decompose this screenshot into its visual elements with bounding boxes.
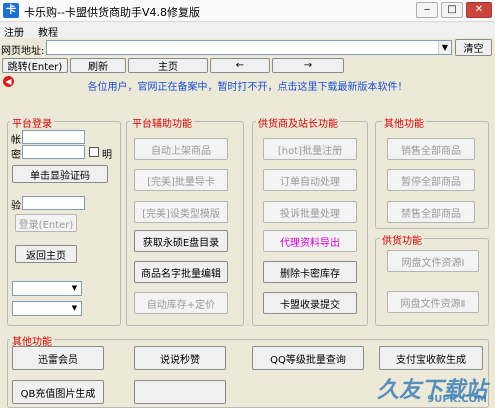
url-label: 网页地址: — [1, 46, 45, 57]
watermark-url: 9UPK.COM — [427, 394, 487, 405]
agent-export-button[interactable]: 代理资料导出 — [263, 230, 357, 252]
empty-button[interactable] — [134, 380, 226, 404]
shuoshuo-like-button[interactable]: 说说秒赞 — [134, 346, 226, 370]
update-notice[interactable]: 各位用户，官网正在备案中，暂时打不开，点击这里下载最新版本软件！ — [0, 78, 495, 93]
supplier-title: 供货商及站长功能 — [256, 115, 340, 130]
sell-all-button[interactable]: 销售全部商品 — [387, 138, 475, 160]
close-button[interactable]: ✕ — [466, 2, 492, 18]
minimize-button[interactable]: ‒ — [416, 2, 438, 18]
ban-all-button[interactable]: 禁售全部商品 — [387, 201, 475, 223]
chevron-down-icon: ▼ — [71, 304, 78, 312]
select-one[interactable]: ▼ — [12, 281, 82, 296]
restore-button[interactable]: □ — [441, 2, 463, 18]
platform-login-title: 平台登录 — [10, 115, 54, 130]
alipay-qr-button[interactable]: 支付宝收款生成 — [379, 346, 483, 370]
password-input[interactable] — [22, 145, 85, 159]
captcha-input[interactable] — [22, 196, 85, 210]
xunlei-vip-button[interactable]: 迅雷会员 — [12, 346, 104, 370]
chevron-down-icon: ▼ — [71, 284, 78, 292]
forward-button[interactable]: → — [272, 58, 344, 73]
select-two[interactable]: ▼ — [12, 301, 82, 316]
password-label: 密 — [11, 150, 21, 161]
account-label: 帐 — [11, 135, 21, 146]
show-password-checkbox[interactable] — [89, 147, 99, 157]
menu-tutorial[interactable]: 教程 — [38, 24, 58, 39]
bulk-edit-names-button[interactable]: 商品名字批量编辑 — [134, 261, 228, 283]
home-button[interactable]: 主页 — [128, 58, 208, 73]
auto-stock-price-button[interactable]: 自动库存+定价 — [134, 292, 228, 314]
show-password-label: 明 — [102, 150, 112, 161]
qb-recharge-image-button[interactable]: QB充值图片生成 — [12, 380, 104, 404]
auto-list-button[interactable]: 自动上架商品 — [134, 138, 228, 160]
app-icon: 卡 — [3, 3, 19, 18]
pause-all-button[interactable]: 暂停全部商品 — [387, 169, 475, 191]
type-template-button[interactable]: [完美]设类型模版 — [134, 201, 228, 223]
delete-stock-button[interactable]: 删除卡密库存 — [263, 261, 357, 283]
complaint-bulk-button[interactable]: 投诉批量处理 — [263, 201, 357, 223]
jump-button[interactable]: 跳转(Enter) — [2, 58, 68, 73]
get-edisk-button[interactable]: 获取永硕E盘目录 — [134, 230, 228, 252]
submit-index-button[interactable]: 卡盟收录提交 — [263, 292, 357, 314]
supply-title: 供货功能 — [380, 232, 424, 247]
platform-aux-title: 平台辅助功能 — [130, 115, 194, 130]
clear-button[interactable]: 清空 — [455, 39, 492, 56]
url-input[interactable]: ▼ — [46, 40, 452, 55]
refresh-button[interactable]: 刷新 — [70, 58, 126, 73]
bulk-register-button[interactable]: [hot]批量注册 — [263, 138, 357, 160]
back-button[interactable]: ← — [210, 58, 270, 73]
menu-bar — [0, 22, 495, 38]
bulk-import-button[interactable]: [完美]批量导卡 — [134, 169, 228, 191]
qq-level-query-button[interactable]: QQ等级批量查询 — [252, 346, 364, 370]
order-auto-button[interactable]: 订单自动处理 — [263, 169, 357, 191]
show-captcha-button[interactable]: 单击显验证码 — [12, 165, 108, 183]
login-button[interactable]: 登录(Enter) — [15, 214, 77, 232]
captcha-label: 验 — [11, 201, 21, 212]
account-input[interactable] — [22, 130, 85, 144]
other-top-title: 其他功能 — [382, 115, 426, 130]
menu-register[interactable]: 注册 — [4, 24, 24, 39]
window-title: 卡乐购--卡盟供货商助手V4.8修复版 — [24, 6, 200, 19]
netdisk-one-button[interactable]: 网盘文件资源Ⅰ — [387, 250, 479, 272]
return-home-button[interactable]: 返回主页 — [15, 245, 77, 263]
netdisk-two-button[interactable]: 网盘文件资源Ⅱ — [387, 291, 479, 313]
url-dropdown-icon[interactable]: ▼ — [438, 41, 451, 54]
